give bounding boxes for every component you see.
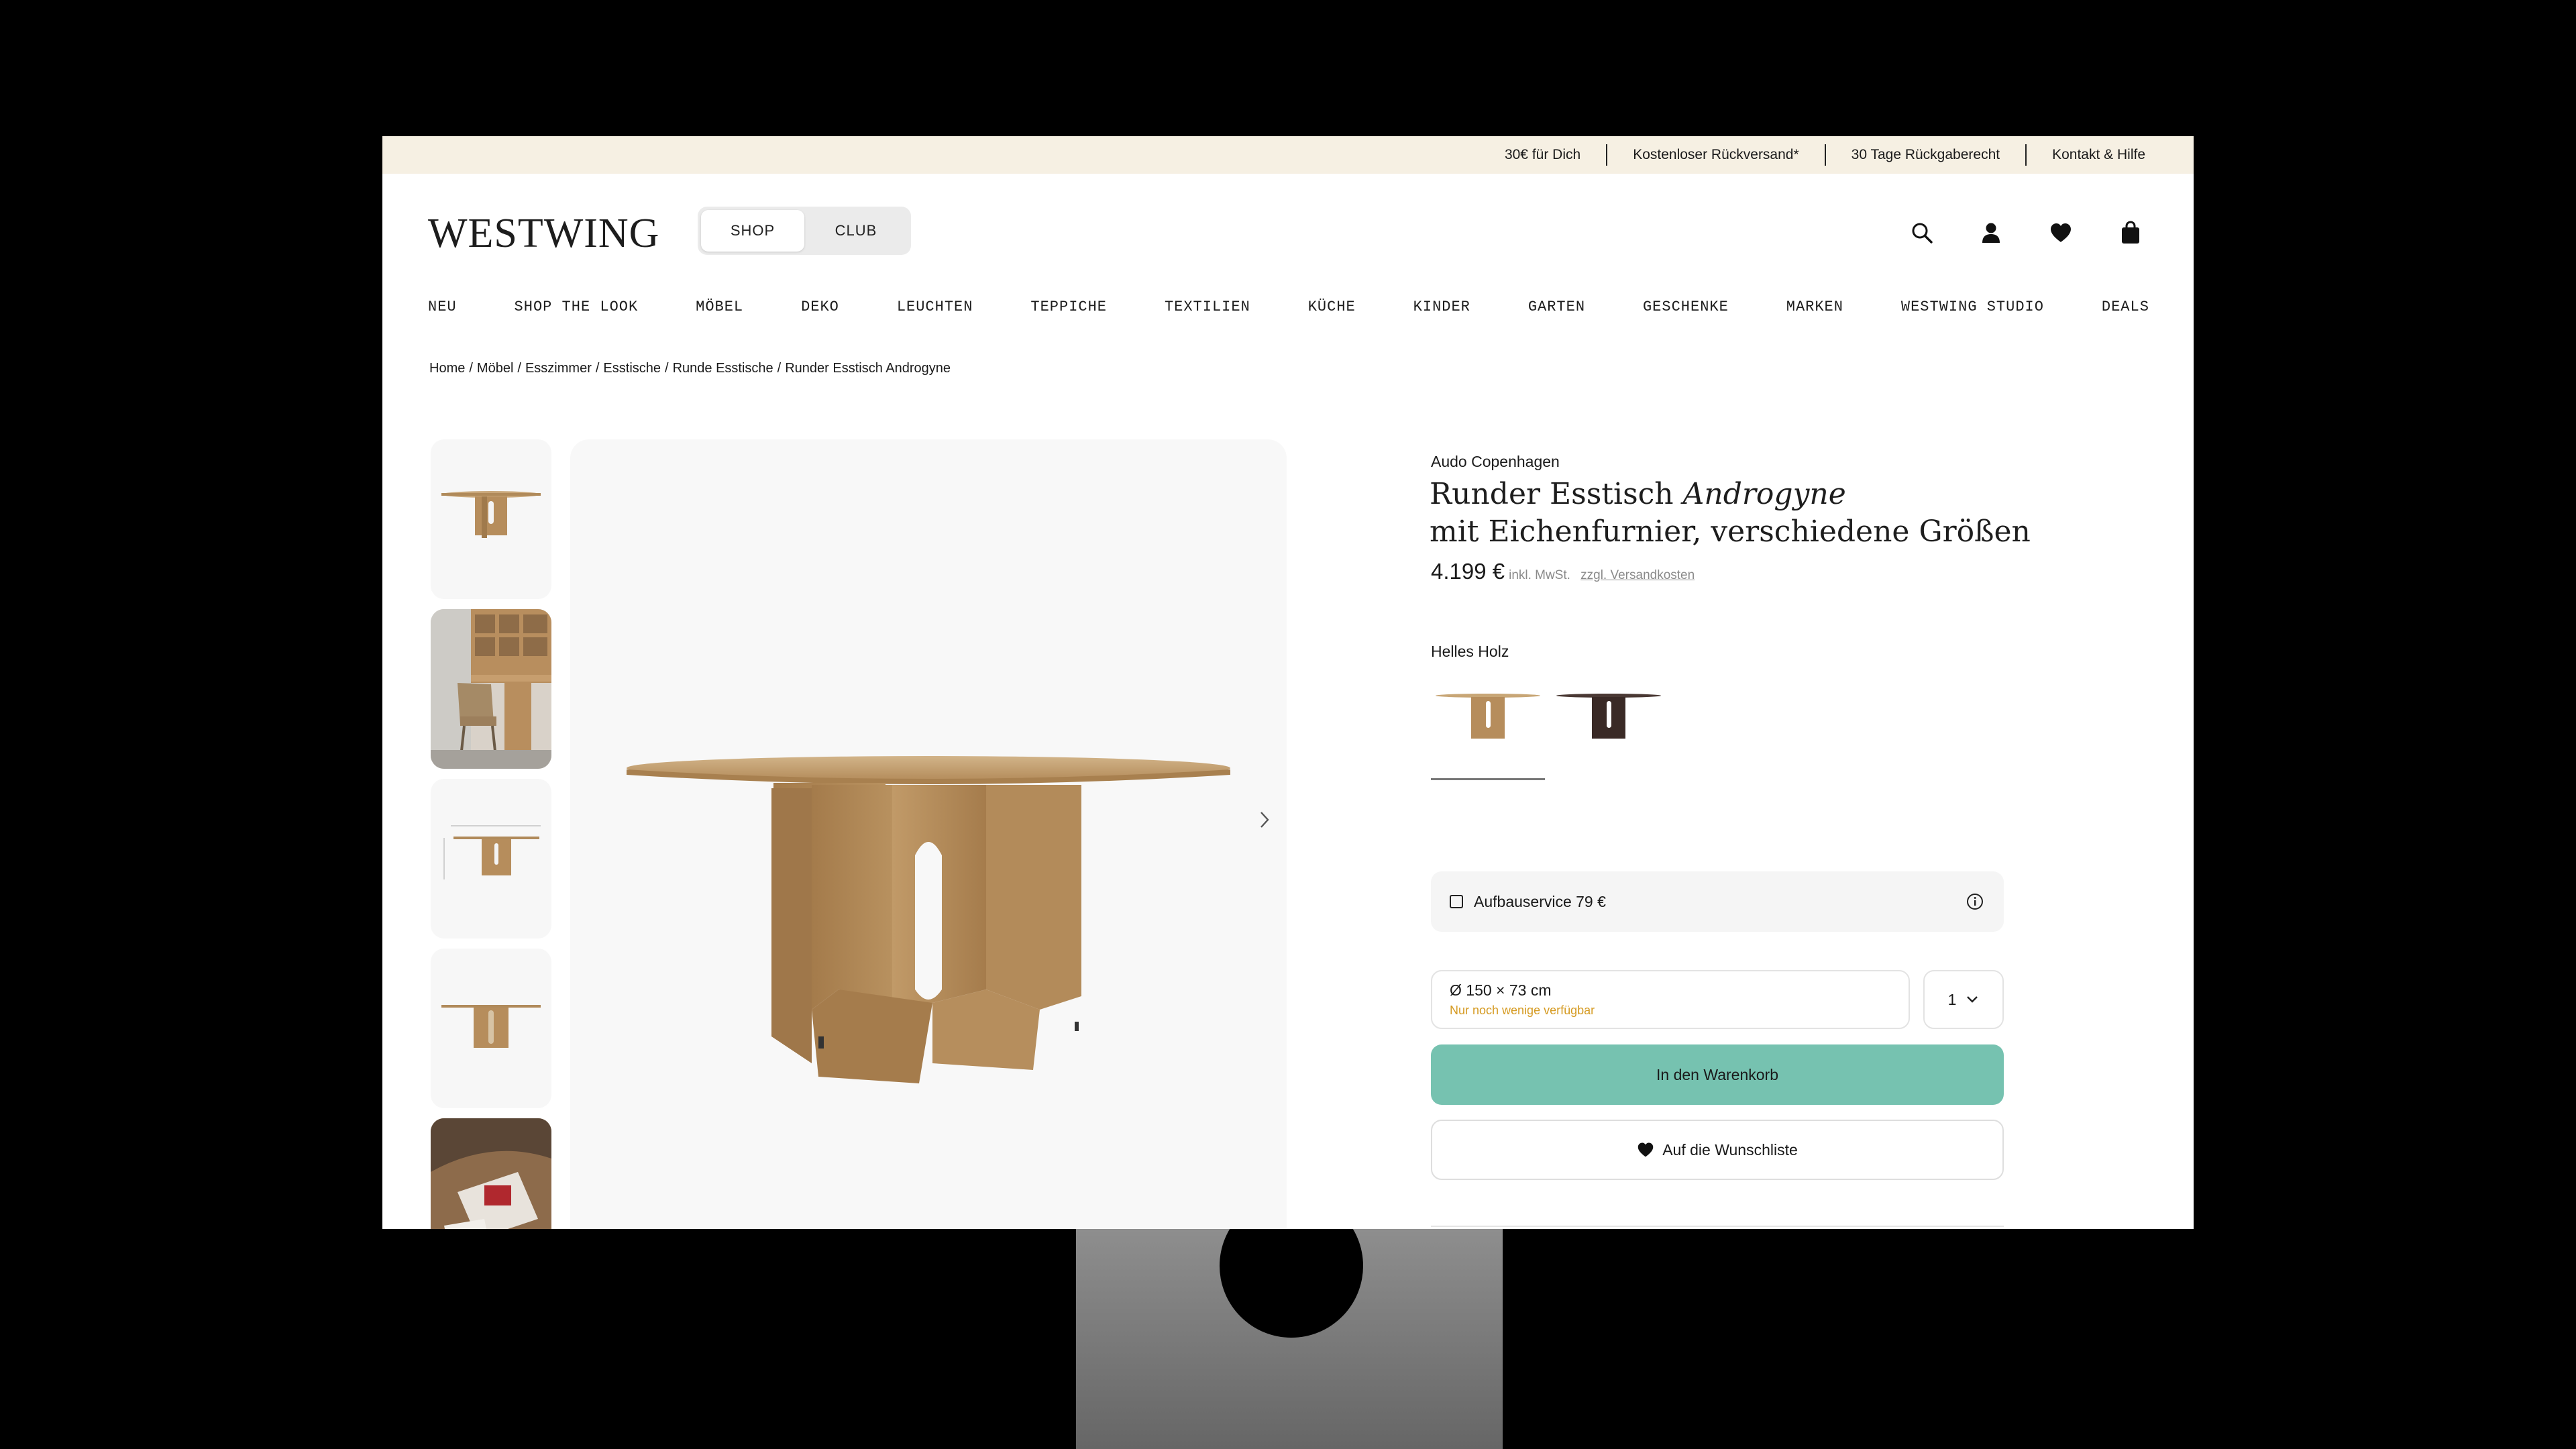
utility-links: 30€ für Dich Kostenloser Rückversand* 30… [1479, 136, 2145, 174]
thumbnail-detail-view[interactable] [431, 1118, 551, 1229]
breadcrumb-esstische[interactable]: Esstische [603, 361, 661, 376]
wishlist-button-label: Auf die Wunschliste [1662, 1140, 1798, 1159]
tab-shop[interactable]: SHOP [701, 210, 804, 252]
utility-link-contact-help[interactable]: Kontakt & Hilfe [2027, 147, 2145, 163]
utility-bar: 30€ für Dich Kostenloser Rückversand* 30… [382, 136, 2194, 174]
nav-item-kueche[interactable]: KÜCHE [1308, 299, 1356, 315]
color-label: Helles Holz [1431, 643, 1509, 660]
search-icon[interactable] [1909, 219, 1935, 246]
heart-icon [1638, 1142, 1654, 1157]
nav-item-marken[interactable]: MARKEN [1786, 299, 1843, 315]
product-brand[interactable]: Audo Copenhagen [1431, 453, 1560, 471]
utility-link-voucher[interactable]: 30€ für Dich [1479, 147, 1606, 163]
breadcrumb-home[interactable]: Home [429, 361, 465, 376]
shipping-costs-link[interactable]: zzgl. Versandkosten [1580, 568, 1695, 582]
product-title: Runder Esstisch Androgyne mit Eichenfurn… [1430, 476, 2100, 551]
product-title-name: Androgyne [1682, 477, 1846, 511]
tab-club[interactable]: CLUB [804, 210, 908, 252]
add-to-cart-button[interactable]: In den Warenkorb [1431, 1044, 2004, 1105]
nav-item-textilien[interactable]: TEXTILIEN [1165, 299, 1250, 315]
info-icon[interactable] [1966, 893, 1984, 910]
breadcrumb: Home / Möbel / Esszimmer / Esstische / Runde Ess… [429, 361, 951, 376]
divider [1431, 1226, 2004, 1227]
utility-link-free-returns[interactable]: Kostenloser Rückversand* [1607, 147, 1824, 163]
product-main-image[interactable] [570, 439, 1287, 1229]
breadcrumb-runde-esstische[interactable]: Runde Esstische [673, 361, 773, 376]
breadcrumb-current: Runder Esstisch Androgyne [785, 361, 951, 376]
quantity-value: 1 [1947, 990, 1957, 1008]
price-row: 4.199 € inkl. MwSt. zzgl. Versandkosten [1431, 559, 1695, 584]
breadcrumb-moebel[interactable]: Möbel [477, 361, 513, 376]
thumbnail-front-view[interactable] [431, 439, 551, 599]
breadcrumb-esszimmer[interactable]: Esszimmer [525, 361, 592, 376]
chevron-down-icon [1967, 996, 1978, 1003]
assembly-label: Aufbauservice 79 € [1474, 892, 1606, 910]
nav-item-kinder[interactable]: KINDER [1413, 299, 1470, 315]
assembly-service-option[interactable]: Aufbauservice 79 € [1431, 871, 2004, 932]
thumbnail-dimensions-view[interactable] [431, 779, 551, 938]
add-to-wishlist-button[interactable]: Auf die Wunschliste [1431, 1120, 2004, 1180]
nav-item-deko[interactable]: DEKO [801, 299, 839, 315]
thumbnail-side-view[interactable] [431, 949, 551, 1108]
nav-item-deals[interactable]: DEALS [2102, 299, 2149, 315]
product-price: 4.199 € [1431, 559, 1505, 584]
nav-item-leuchten[interactable]: LEUCHTEN [897, 299, 973, 315]
nav-item-geschenke[interactable]: GESCHENKE [1643, 299, 1729, 315]
main-navigation: NEU SHOP THE LOOK MÖBEL DEKO LEUCHTEN TE… [428, 293, 2149, 320]
size-selector[interactable]: Ø 150 × 73 cm Nur noch wenige verfügbar [1431, 970, 1910, 1029]
thumbnail-room-view[interactable] [431, 609, 551, 769]
shop-club-switch: SHOP CLUB [698, 207, 911, 255]
shopping-bag-icon[interactable] [2117, 219, 2144, 246]
nav-item-shop-the-look[interactable]: SHOP THE LOOK [515, 299, 639, 315]
selected-swatch-indicator [1431, 778, 1545, 780]
browser-page: 30€ für Dich Kostenloser Rückversand* 30… [382, 136, 2194, 1229]
assembly-checkbox[interactable] [1450, 895, 1463, 908]
nav-item-garten[interactable]: GARTEN [1528, 299, 1585, 315]
product-title-prefix: Runder Esstisch [1430, 477, 1683, 511]
product-title-line2: mit Eichenfurnier, verschiedene Größen [1430, 515, 2031, 549]
account-icon[interactable] [1978, 219, 2004, 246]
quantity-selector[interactable]: 1 [1923, 970, 2004, 1029]
swatch-dark-wood[interactable] [1552, 680, 1666, 753]
utility-link-return-policy[interactable]: 30 Tage Rückgaberecht [1826, 147, 2025, 163]
swatch-light-wood[interactable] [1431, 680, 1545, 753]
nav-item-teppiche[interactable]: TEPPICHE [1030, 299, 1107, 315]
nav-item-westwing-studio[interactable]: WESTWING STUDIO [1901, 299, 2044, 315]
wishlist-heart-icon[interactable] [2047, 219, 2074, 246]
selected-size: Ø 150 × 73 cm [1450, 981, 1552, 999]
nav-item-moebel[interactable]: MÖBEL [696, 299, 743, 315]
tax-note: inkl. MwSt. [1509, 568, 1570, 582]
stock-warning: Nur noch wenige verfügbar [1450, 1004, 1595, 1017]
westwing-logo[interactable]: WESTWING [428, 210, 659, 258]
nav-item-neu[interactable]: NEU [428, 299, 457, 315]
chevron-right-icon[interactable] [1254, 810, 1275, 830]
